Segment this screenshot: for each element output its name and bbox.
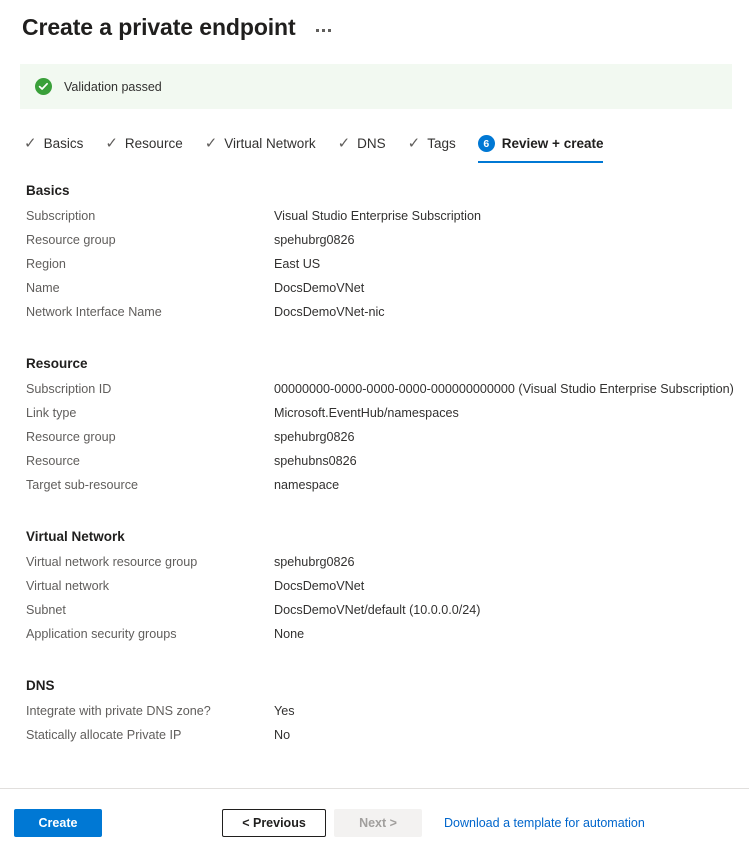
row-value: spehubrg0826 [274, 555, 355, 569]
row-value: namespace [274, 478, 339, 492]
section-title: Virtual Network [26, 529, 749, 544]
row-label: Application security groups [26, 627, 274, 641]
row-label: Subscription [26, 209, 274, 223]
tab-label: Review + create [502, 136, 604, 151]
row-value: No [274, 728, 290, 742]
tab-label: Resource [125, 136, 183, 151]
row-value: Microsoft.EventHub/namespaces [274, 406, 459, 420]
summary-row: Region East US [26, 257, 749, 281]
row-label: Resource group [26, 233, 274, 247]
row-value: East US [274, 257, 320, 271]
section-basics: Basics Subscription Visual Studio Enterp… [26, 183, 749, 329]
summary-row: Subnet DocsDemoVNet/default (10.0.0.0/24… [26, 603, 749, 627]
row-label: Link type [26, 406, 274, 420]
summary-row: Target sub-resource namespace [26, 478, 749, 502]
tab-resource[interactable]: ✓ Resource [105, 131, 182, 163]
review-summary: Basics Subscription Visual Studio Enterp… [0, 183, 749, 752]
summary-row: Resource spehubns0826 [26, 454, 749, 478]
tab-virtual-network[interactable]: ✓ Virtual Network [205, 131, 316, 163]
row-label: Virtual network [26, 579, 274, 593]
tab-label: DNS [357, 136, 386, 151]
tab-tags[interactable]: ✓ Tags [408, 131, 456, 163]
row-label: Resource [26, 454, 274, 468]
tab-basics[interactable]: ✓ Basics [24, 131, 83, 163]
tab-label: Virtual Network [224, 136, 315, 151]
download-template-link[interactable]: Download a template for automation [444, 816, 645, 830]
summary-row: Subscription Visual Studio Enterprise Su… [26, 209, 749, 233]
summary-row: Resource group spehubrg0826 [26, 233, 749, 257]
summary-row: Resource group spehubrg0826 [26, 430, 749, 454]
row-value: DocsDemoVNet/default (10.0.0.0/24) [274, 603, 481, 617]
validation-banner: Validation passed [20, 64, 732, 109]
create-private-endpoint-page: Create a private endpoint Validation pas… [0, 0, 749, 856]
step-number-badge: 6 [478, 135, 495, 152]
wizard-footer: Create < Previous Next > Download a temp… [0, 789, 749, 856]
summary-row: Application security groups None [26, 627, 749, 651]
row-value: 00000000-0000-0000-0000-000000000000 (Vi… [274, 382, 734, 396]
row-label: Subnet [26, 603, 274, 617]
row-label: Network Interface Name [26, 305, 274, 319]
row-value: spehubns0826 [274, 454, 357, 468]
tab-label: Basics [44, 136, 84, 151]
row-value: DocsDemoVNet-nic [274, 305, 385, 319]
row-label: Subscription ID [26, 382, 274, 396]
page-title: Create a private endpoint [22, 12, 296, 42]
row-label: Target sub-resource [26, 478, 274, 492]
previous-button[interactable]: < Previous [222, 809, 326, 837]
row-label: Name [26, 281, 274, 295]
check-icon: ✓ [24, 136, 37, 151]
section-dns: DNS Integrate with private DNS zone? Yes… [26, 678, 749, 752]
wizard-tabs: ✓ Basics ✓ Resource ✓ Virtual Network ✓ … [24, 131, 749, 163]
validation-message: Validation passed [64, 80, 162, 94]
row-value: Yes [274, 704, 295, 718]
check-icon: ✓ [105, 136, 118, 151]
row-value: spehubrg0826 [274, 233, 355, 247]
check-circle-icon [35, 78, 52, 95]
ellipsis-icon[interactable] [312, 25, 335, 36]
summary-row: Network Interface Name DocsDemoVNet-nic [26, 305, 749, 329]
check-icon: ✓ [338, 136, 351, 151]
tab-dns[interactable]: ✓ DNS [338, 131, 386, 163]
summary-row: Virtual network DocsDemoVNet [26, 579, 749, 603]
row-label: Virtual network resource group [26, 555, 274, 569]
row-label: Integrate with private DNS zone? [26, 704, 274, 718]
create-button[interactable]: Create [14, 809, 102, 837]
section-title: Basics [26, 183, 749, 198]
summary-row: Subscription ID 00000000-0000-0000-0000-… [26, 382, 749, 406]
section-title: Resource [26, 356, 749, 371]
tab-label: Tags [427, 136, 456, 151]
page-header: Create a private endpoint [0, 0, 749, 42]
row-value: spehubrg0826 [274, 430, 355, 444]
summary-row: Name DocsDemoVNet [26, 281, 749, 305]
section-title: DNS [26, 678, 749, 693]
row-label: Statically allocate Private IP [26, 728, 274, 742]
next-button: Next > [334, 809, 422, 837]
check-icon: ✓ [408, 136, 421, 151]
row-value: DocsDemoVNet [274, 579, 364, 593]
summary-row: Statically allocate Private IP No [26, 728, 749, 752]
summary-row: Virtual network resource group spehubrg0… [26, 555, 749, 579]
tab-review-create[interactable]: 6 Review + create [478, 131, 604, 163]
row-value: None [274, 627, 304, 641]
section-virtual-network: Virtual Network Virtual network resource… [26, 529, 749, 651]
row-value: Visual Studio Enterprise Subscription [274, 209, 481, 223]
summary-row: Integrate with private DNS zone? Yes [26, 704, 749, 728]
check-icon: ✓ [205, 136, 218, 151]
row-value: DocsDemoVNet [274, 281, 364, 295]
row-label: Resource group [26, 430, 274, 444]
section-resource: Resource Subscription ID 00000000-0000-0… [26, 356, 749, 502]
row-label: Region [26, 257, 274, 271]
summary-row: Link type Microsoft.EventHub/namespaces [26, 406, 749, 430]
